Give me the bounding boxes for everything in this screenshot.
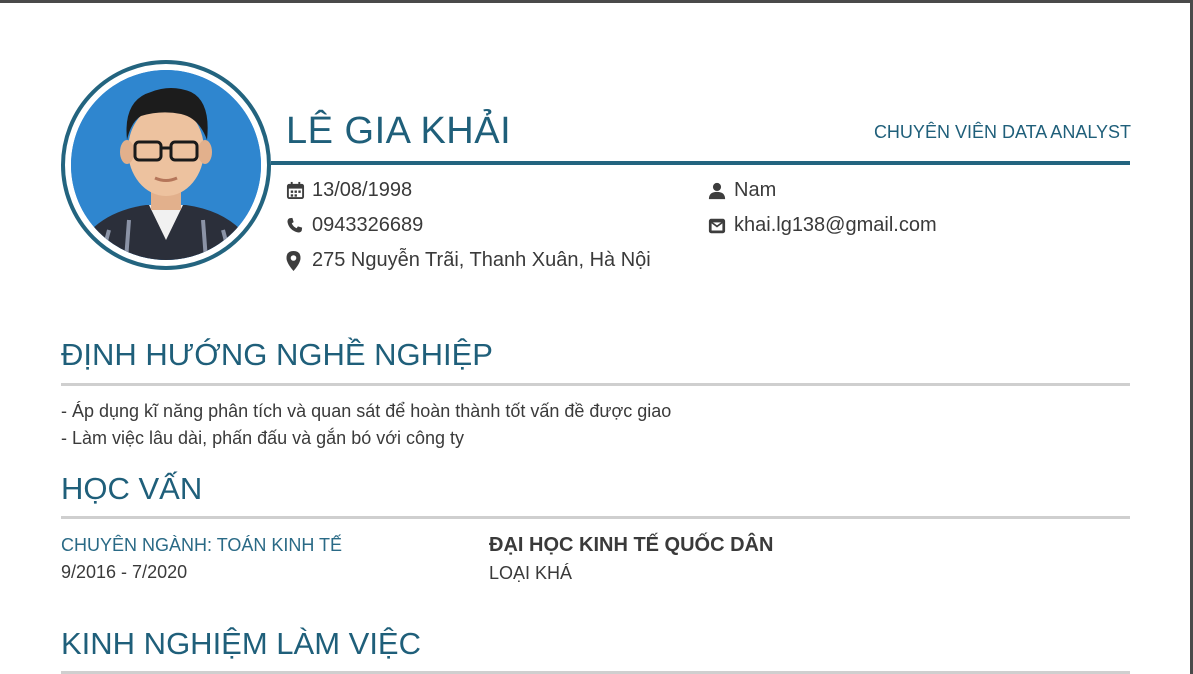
- job-position: CHUYÊN VIÊN DATA ANALYST: [873, 122, 1131, 142]
- map-marker-icon: [286, 250, 308, 271]
- calendar-icon: [286, 181, 308, 200]
- address-row: 275 Nguyễn Trãi, Thanh Xuân, Hà Nội: [286, 249, 651, 272]
- gender-value: Nam: [734, 179, 777, 201]
- page-top-border: [0, 0, 1193, 3]
- education-time: 9/2016 - 7/2020: [61, 562, 188, 582]
- objective-heading: ĐỊNH HƯỚNG NGHỀ NGHIỆP: [61, 337, 493, 372]
- education-divider: [61, 516, 1130, 519]
- objective-line: - Làm việc lâu dài, phấn đấu và gắn bó v…: [61, 428, 465, 448]
- education-school: ĐẠI HỌC KINH TẾ QUỐC DÂN: [489, 534, 774, 556]
- gender-row: Nam: [708, 179, 776, 202]
- education-major: CHUYÊN NGÀNH: TOÁN KINH TẾ: [61, 535, 343, 555]
- objective-line: - Áp dụng kĩ năng phân tích và quan sát …: [61, 401, 672, 421]
- avatar-portrait: [71, 70, 261, 260]
- education-heading: HỌC VẤN: [61, 471, 203, 506]
- objective-divider: [61, 383, 1130, 386]
- experience-heading: KINH NGHIỆM LÀM VIỆC: [61, 626, 421, 661]
- envelope-icon: [708, 217, 730, 235]
- education-rank: LOẠI KHÁ: [489, 563, 573, 583]
- birthday-row: 13/08/1998: [286, 179, 412, 202]
- header-divider: [271, 161, 1130, 165]
- address-value: 275 Nguyễn Trãi, Thanh Xuân, Hà Nội: [312, 249, 651, 271]
- email-value[interactable]: khai.lg138@gmail.com: [734, 214, 937, 237]
- phone-icon: [286, 217, 308, 234]
- birthday-value: 13/08/1998: [312, 179, 413, 201]
- user-icon: [708, 182, 730, 200]
- candidate-name: LÊ GIA KHẢI: [286, 110, 512, 152]
- email-row: khai.lg138@gmail.com: [708, 214, 937, 237]
- phone-row: 0943326689: [286, 214, 423, 237]
- avatar: [71, 70, 261, 260]
- phone-value: 0943326689: [312, 214, 424, 236]
